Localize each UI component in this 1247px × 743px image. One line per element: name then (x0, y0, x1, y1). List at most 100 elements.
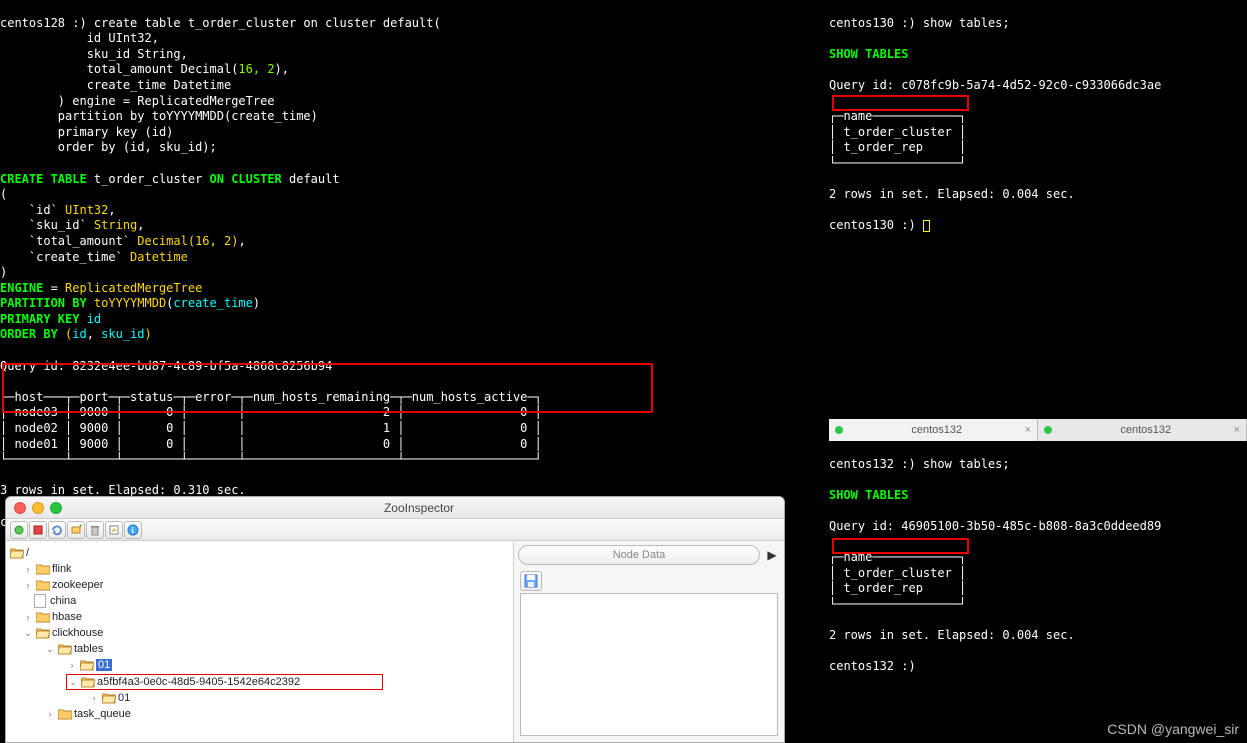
func: toYYYYMMDD (94, 296, 166, 310)
sql-line: partition by toYYYYMMDD(create_time) (0, 109, 318, 123)
collapse-icon[interactable]: ⌄ (67, 677, 79, 688)
expand-icon[interactable]: › (66, 660, 78, 670)
collapse-icon[interactable]: ⌄ (22, 628, 34, 639)
tree-item-01b[interactable]: ›01 (6, 690, 513, 706)
expand-icon[interactable]: › (22, 612, 34, 622)
ident: sku_id (101, 327, 144, 341)
folder-icon (36, 611, 50, 623)
eq: = (51, 281, 65, 295)
sql-line: create_time Datetime (0, 78, 231, 92)
tree-item-china[interactable]: china (6, 593, 513, 609)
tree-label: china (50, 595, 76, 607)
titlebar[interactable]: ZooInspector (6, 497, 784, 519)
folder-open-icon (58, 643, 72, 655)
expand-icon[interactable]: › (22, 564, 34, 574)
elapsed: 2 rows in set. Elapsed: 0.004 sec. (829, 187, 1075, 201)
sql-line: order by (id, sku_id); (0, 140, 217, 154)
tree-root[interactable]: / (6, 545, 513, 561)
tab-centos132-2[interactable]: centos132× (1038, 419, 1247, 441)
about-button[interactable]: i (124, 521, 142, 539)
table-row: │ t_order_rep │ (829, 140, 966, 154)
add-node-button[interactable]: + (67, 521, 85, 539)
prompt: centos132 :) (829, 659, 916, 673)
paren: ) (253, 296, 260, 310)
refresh-button[interactable] (48, 521, 66, 539)
expand-icon[interactable]: › (88, 693, 100, 703)
sql-line: id UInt32, (0, 31, 159, 45)
minimize-window-icon[interactable] (32, 502, 44, 514)
tree-label: tables (74, 643, 103, 655)
delete-node-button[interactable] (86, 521, 104, 539)
terminal-centos132[interactable]: centos132 :) show tables; SHOW TABLES Qu… (829, 441, 1247, 675)
kw-show: SHOW TABLES (829, 488, 908, 502)
tree-label: clickhouse (52, 627, 103, 639)
tab-label: Node Data (613, 549, 666, 561)
zooinspector-window: ZooInspector + i / ›flink ›zookeeper chi… (5, 496, 785, 743)
status-dot-icon (835, 426, 843, 434)
close-window-icon[interactable] (14, 502, 26, 514)
tab-bar: centos132× centos132× (829, 419, 1247, 441)
window-title: ZooInspector (62, 501, 776, 515)
connect-button[interactable] (10, 521, 28, 539)
tree-item-hbase[interactable]: ›hbase (6, 609, 513, 625)
col: `id` (0, 203, 65, 217)
close-icon[interactable]: × (1025, 424, 1031, 436)
svg-text:+: + (79, 524, 82, 530)
tree-label: 01 (96, 659, 112, 671)
sql-line: create table t_order_cluster on cluster … (94, 16, 441, 30)
paren: ) (145, 327, 152, 341)
toolbar: + i (6, 519, 784, 541)
collapse-icon[interactable]: ⌄ (44, 644, 56, 655)
kw-engine: ENGINE (0, 281, 51, 295)
watermark: CSDN @yangwei_sir (1107, 721, 1239, 737)
expand-icon[interactable]: › (44, 709, 56, 719)
ident: id (87, 312, 101, 326)
node-data-textarea[interactable] (520, 593, 778, 736)
comma: , (87, 327, 101, 341)
folder-icon (36, 579, 50, 591)
expand-icon[interactable]: › (22, 580, 34, 590)
cursor-icon (923, 220, 930, 232)
table-row: │ node02 │ 9000 │ 0 │ │ 1 │ 0 │ (0, 421, 542, 435)
terminal-centos130[interactable]: centos130 :) show tables; SHOW TABLES Qu… (829, 0, 1247, 234)
node-data-tab[interactable]: Node Data (518, 545, 760, 565)
close-icon[interactable]: × (1234, 424, 1240, 436)
folder-icon (36, 563, 50, 575)
tree-item-01-selected[interactable]: › 01 (6, 657, 513, 673)
elapsed: 2 rows in set. Elapsed: 0.004 sec. (829, 628, 1075, 642)
terminal-centos128[interactable]: centos128 :) create table t_order_cluste… (0, 0, 800, 530)
type: Decimal(16, 2) (137, 234, 238, 248)
tree-pane[interactable]: / ›flink ›zookeeper china ›hbase ⌄ clickh… (6, 541, 514, 742)
table-border: └────────┴──────┴────────┴───────┴──────… (0, 452, 542, 466)
save-button[interactable] (520, 571, 542, 591)
table-row: │ t_order_rep │ (829, 581, 966, 595)
maximize-window-icon[interactable] (50, 502, 62, 514)
tree-label: / (26, 547, 29, 559)
data-pane: Node Data ▶ (514, 541, 784, 742)
col: `sku_id` (0, 218, 94, 232)
play-icon[interactable]: ▶ (764, 548, 780, 562)
tree-item-zookeeper[interactable]: ›zookeeper (6, 577, 513, 593)
kw-oncluster: ON CLUSTER (210, 172, 289, 186)
query-id: Query id: 46905100-3b50-485c-b808-8a3c0d… (829, 519, 1161, 533)
type: String (94, 218, 137, 232)
tree-item-tables[interactable]: ⌄ tables (6, 641, 513, 657)
kw-partition: PARTITION BY (0, 296, 94, 310)
disconnect-button[interactable] (29, 521, 47, 539)
table-border: └─────────────────┘ (829, 156, 966, 170)
ident: default (289, 172, 340, 186)
status-dot-icon (1044, 426, 1052, 434)
tree-item-taskqueue[interactable]: ›task_queue (6, 706, 513, 722)
tree-item-uuid[interactable]: ⌄a5fbf4a3-0e0c-48d5-9405-1542e64c2392 (66, 674, 383, 690)
col: `total_amount` (0, 234, 137, 248)
kw-show: SHOW TABLES (829, 47, 908, 61)
tree-item-clickhouse[interactable]: ⌄ clickhouse (6, 625, 513, 641)
document-icon (34, 594, 46, 608)
folder-open-icon (10, 547, 24, 559)
arg: create_time (173, 296, 252, 310)
tree-item-flink[interactable]: ›flink (6, 561, 513, 577)
query-id: Query id: c078fc9b-5a74-4d52-92c0-c93306… (829, 78, 1161, 92)
tab-centos132-1[interactable]: centos132× (829, 419, 1038, 441)
ident: t_order_cluster (94, 172, 210, 186)
node-viewers-button[interactable] (105, 521, 123, 539)
